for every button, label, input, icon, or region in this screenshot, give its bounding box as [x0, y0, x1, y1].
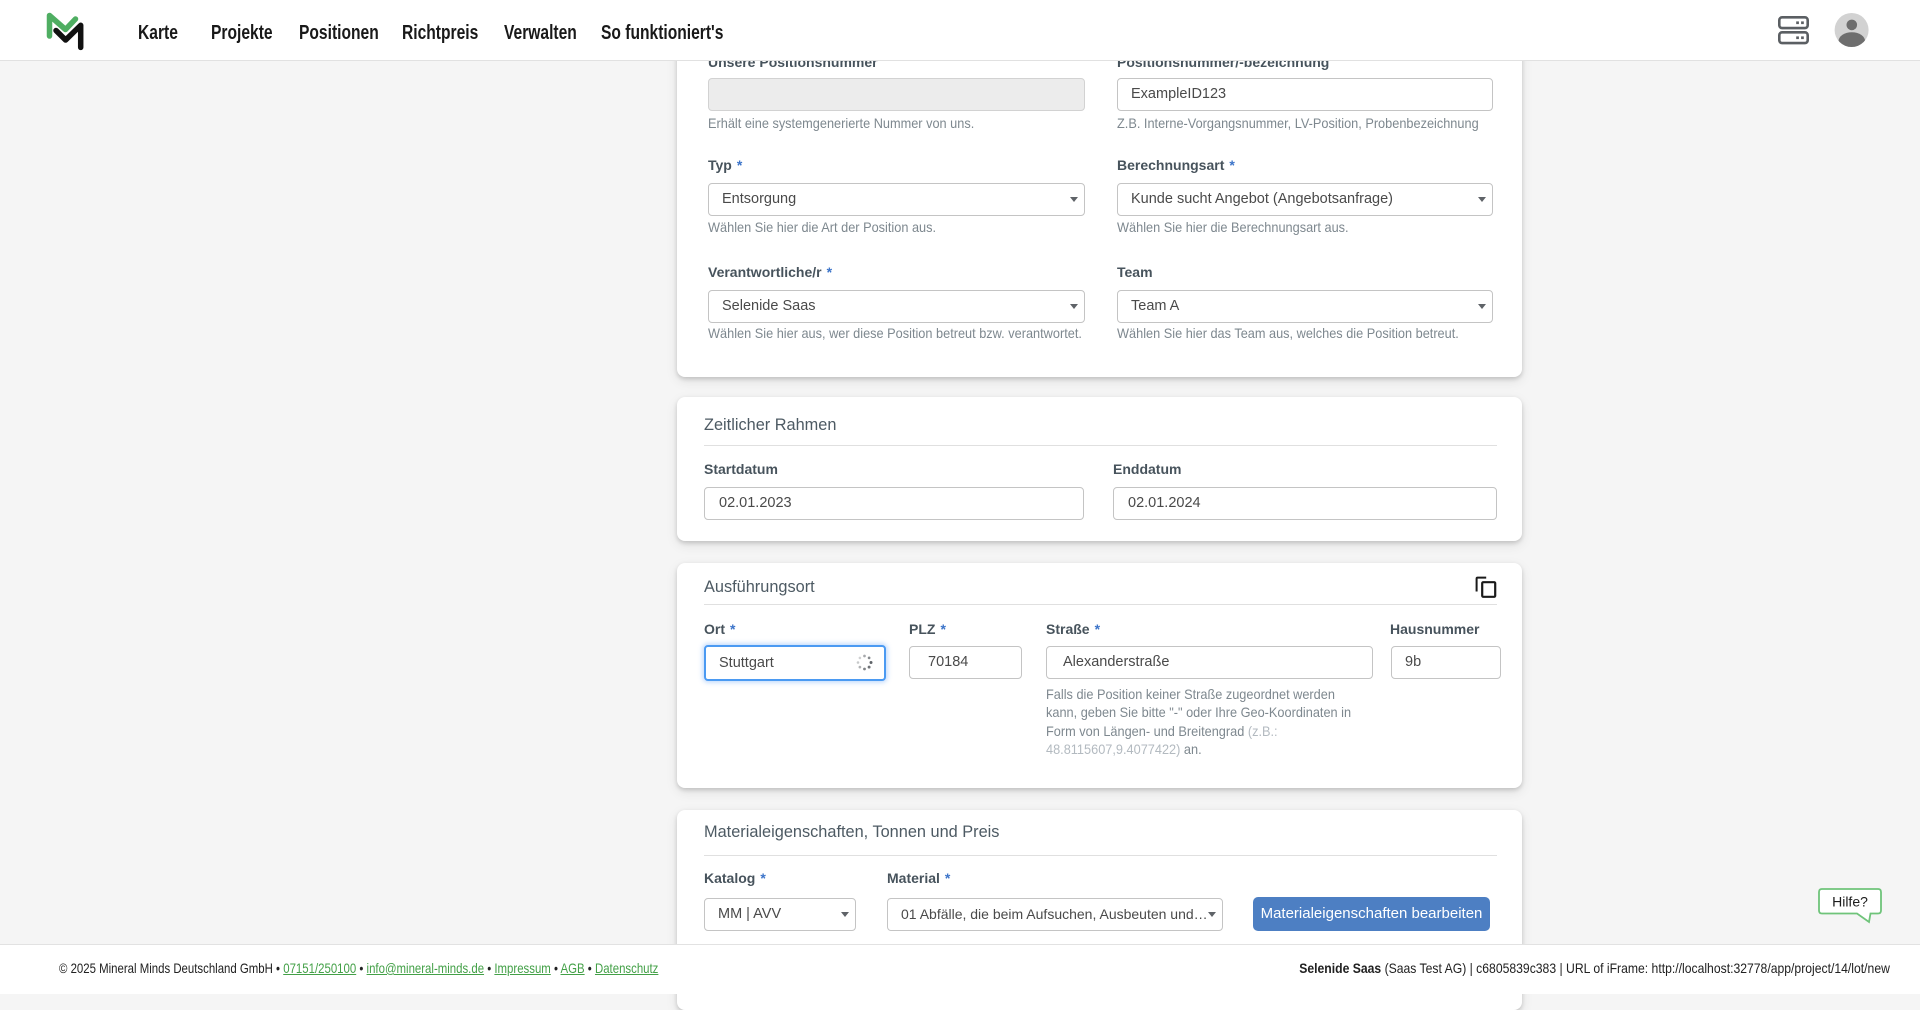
svg-text:Hilfe?: Hilfe?: [1832, 894, 1868, 910]
